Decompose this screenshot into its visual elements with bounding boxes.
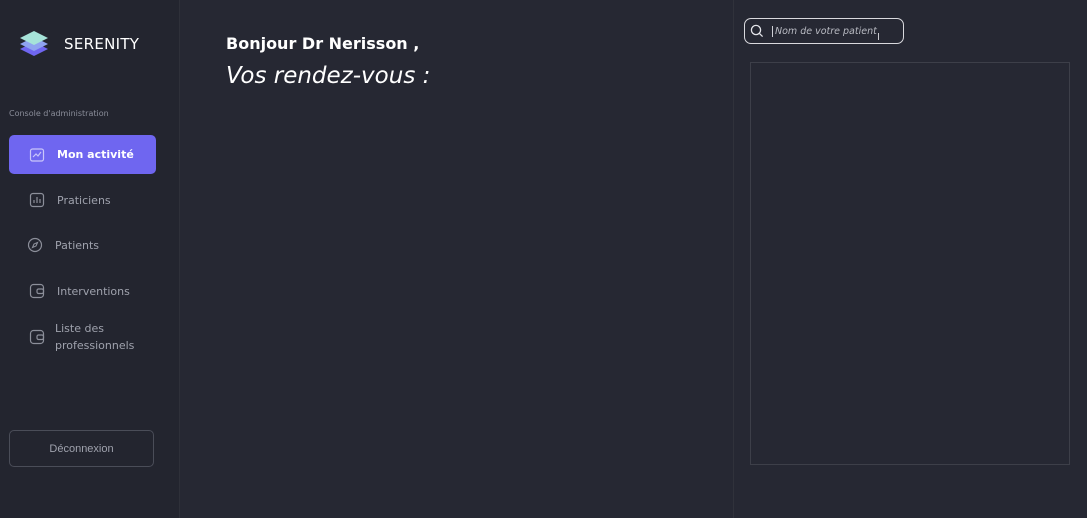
activity-chart-icon <box>28 146 46 164</box>
text-cursor-icon: I <box>877 32 880 43</box>
wallet-icon <box>28 282 46 300</box>
sidebar: SERENITY Console d'administration Mon ac… <box>0 0 180 518</box>
compass-icon <box>26 236 44 254</box>
sidebar-item-label: Liste des professionnels <box>55 322 135 352</box>
sidebar-item-label: Interventions <box>57 284 130 298</box>
sidebar-item-label: Praticiens <box>57 193 111 207</box>
sidebar-item-label: Patients <box>55 238 100 252</box>
patient-results-panel <box>750 62 1070 465</box>
brand[interactable]: SERENITY <box>18 28 139 60</box>
sidebar-item-patients[interactable]: Patients <box>9 235 156 255</box>
search-icon <box>750 24 764 38</box>
brand-name: SERENITY <box>64 35 140 53</box>
sidebar-item-praticiens[interactable]: Praticiens <box>9 190 156 210</box>
logout-button[interactable]: Déconnexion <box>9 430 154 467</box>
sidebar-item-label: Mon activité <box>57 148 134 161</box>
wallet-icon <box>28 328 46 346</box>
app-root: SERENITY Console d'administration Mon ac… <box>0 0 1087 518</box>
patient-search[interactable]: I <box>744 18 904 44</box>
main-content: Bonjour Dr Nerisson , Vos rendez-vous : <box>180 0 733 518</box>
bar-chart-icon <box>28 191 46 209</box>
section-label: Console d'administration <box>9 109 109 118</box>
greeting-heading: Bonjour Dr Nerisson , <box>226 34 420 53</box>
sidebar-item-interventions[interactable]: Interventions <box>9 281 156 301</box>
appointments-title: Vos rendez-vous : <box>226 63 431 89</box>
sidebar-item-liste-des-professionnels[interactable]: Liste des professionnels <box>9 320 139 354</box>
sidebar-item-mon-activite[interactable]: Mon activité <box>9 135 156 174</box>
layers-logo-icon <box>18 28 50 60</box>
patient-panel: I <box>733 0 1087 518</box>
